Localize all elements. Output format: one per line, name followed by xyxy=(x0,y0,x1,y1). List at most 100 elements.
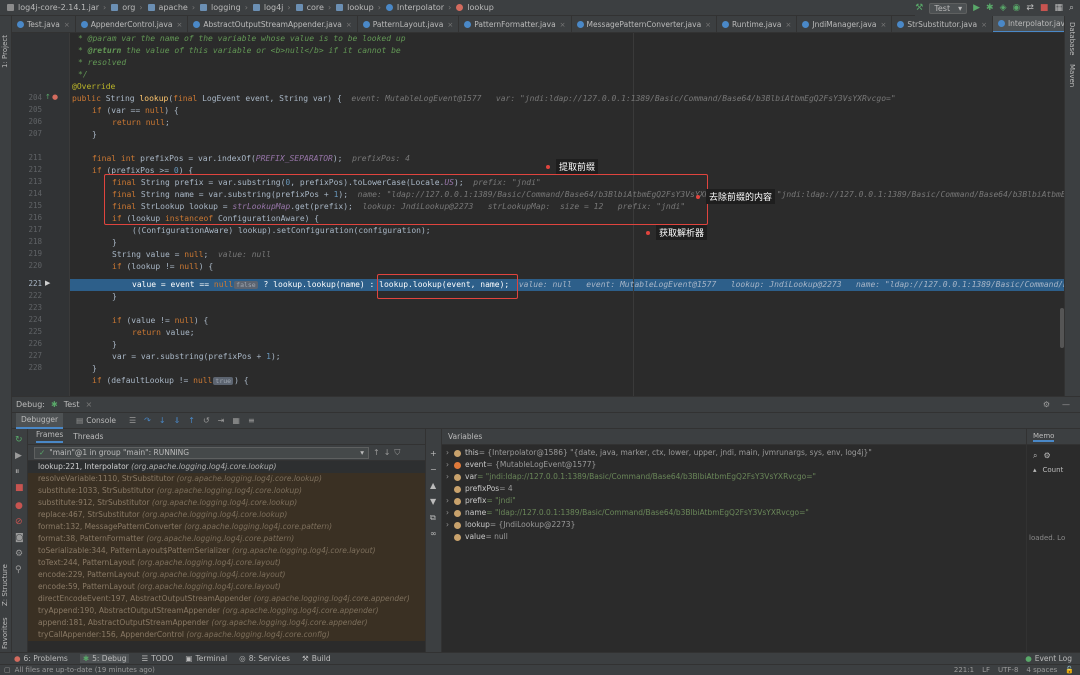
gear-icon[interactable]: ⚙ xyxy=(1043,400,1050,409)
breadcrumb-apache[interactable]: apache xyxy=(157,3,190,12)
thread-select[interactable]: ✓ "main"@1 in group "main": RUNNING ▾ xyxy=(34,446,369,459)
stack-frame[interactable]: replace:467, StrSubstitutor (org.apache.… xyxy=(28,509,425,521)
threads-icon[interactable]: ☰ xyxy=(129,416,136,425)
caret-position[interactable]: 221:1 xyxy=(954,666,974,674)
copy-icon[interactable]: ⧉ xyxy=(430,513,436,523)
settings-icon[interactable]: ⚙ xyxy=(15,549,23,559)
tab-console[interactable]: ▤ Console xyxy=(71,413,121,429)
stack-frame[interactable]: append:181, AbstractOutputStreamAppender… xyxy=(28,617,425,629)
services-tool-button[interactable]: ◎ 8: Services xyxy=(239,654,290,663)
mute-breakpoints-icon[interactable]: ⊘ xyxy=(15,517,23,527)
stop-icon[interactable]: ■ xyxy=(1040,3,1049,13)
breadcrumb-jar[interactable]: log4j-core-2.14.1.jar xyxy=(16,3,101,12)
stack-frame[interactable]: lookup:221, Interpolator (org.apache.log… xyxy=(28,461,425,473)
close-icon[interactable]: × xyxy=(981,21,987,29)
structure-icon[interactable]: ▦ xyxy=(1054,3,1063,13)
breadcrumb-lookup-method[interactable]: lookup xyxy=(465,3,496,12)
stack-frame[interactable]: format:38, PatternFormatter (org.apache.… xyxy=(28,533,425,545)
close-icon[interactable]: × xyxy=(785,21,791,29)
close-icon[interactable]: × xyxy=(85,400,92,409)
terminal-tool-button[interactable]: ▣ Terminal xyxy=(185,654,227,663)
close-icon[interactable]: × xyxy=(560,21,566,29)
project-tool-button[interactable]: 1: Project xyxy=(1,35,9,68)
tab-frames[interactable]: Frames xyxy=(36,430,64,443)
stack-frame[interactable]: substitute:912, StrSubstitutor (org.apac… xyxy=(28,497,425,509)
tab-abstract-output-stream-appender[interactable]: AbstractOutputStreamAppender.java × xyxy=(188,16,358,32)
close-icon[interactable]: × xyxy=(176,21,182,29)
camera-icon[interactable]: ◙ xyxy=(15,533,24,543)
file-encoding[interactable]: UTF-8 xyxy=(998,666,1018,674)
editor-scrollbar[interactable] xyxy=(1060,308,1064,348)
stack-frame[interactable]: toText:244, PatternLayout (org.apache.lo… xyxy=(28,557,425,569)
chevron-right-icon[interactable]: › xyxy=(446,447,454,459)
tab-appender-control[interactable]: AppenderControl.java × xyxy=(76,16,189,32)
breadcrumb-log4j[interactable]: log4j xyxy=(262,3,286,12)
gear-icon[interactable]: ⚙ xyxy=(1043,451,1050,461)
database-tool-button[interactable]: Database xyxy=(1068,22,1076,55)
variable-row[interactable]: › event = {MutableLogEvent@1577} xyxy=(442,459,1026,471)
drop-frame-icon[interactable]: ↺ xyxy=(203,416,210,425)
resume-icon[interactable]: ▶ xyxy=(15,451,22,461)
stack-frame[interactable]: tryCallAppender:156, AppenderControl (or… xyxy=(28,629,425,641)
tab-message-pattern-converter[interactable]: MessagePatternConverter.java × xyxy=(572,16,718,32)
event-log-button[interactable]: ● Event Log xyxy=(1025,654,1072,663)
breadcrumb-interpolator[interactable]: Interpolator xyxy=(395,3,446,12)
variable-row[interactable]: value = null xyxy=(442,531,1026,543)
variable-row[interactable]: prefixPos = 4 xyxy=(442,483,1026,495)
rerun-icon[interactable]: ↻ xyxy=(15,435,23,445)
close-icon[interactable]: × xyxy=(346,21,352,29)
stack-frame[interactable]: substitute:1033, StrSubstitutor (org.apa… xyxy=(28,485,425,497)
variable-row[interactable]: › name = "ldap://127.0.0.1:1389/Basic/Com… xyxy=(442,507,1026,519)
variable-row[interactable]: › lookup = {JndiLookup@2273} xyxy=(442,519,1026,531)
stack-frame[interactable]: format:132, MessagePatternConverter (org… xyxy=(28,521,425,533)
breadcrumb-lookup-package[interactable]: lookup xyxy=(345,3,376,12)
problems-tool-button[interactable]: ● 6: Problems xyxy=(14,654,68,663)
force-step-into-icon[interactable]: ⇓ xyxy=(174,416,181,425)
step-over-icon[interactable]: ↷ xyxy=(144,416,151,425)
hammer-icon[interactable]: ⚒ xyxy=(915,3,923,13)
lock-icon[interactable]: 🔓 xyxy=(1065,666,1074,674)
close-icon[interactable]: × xyxy=(880,21,886,29)
structure-tool-button[interactable]: Z: Structure xyxy=(1,564,9,606)
view-breakpoints-icon[interactable]: ● xyxy=(15,501,23,511)
run-to-cursor-icon[interactable]: ⇥ xyxy=(218,416,225,425)
tab-jndi-manager[interactable]: JndiManager.java × xyxy=(797,16,893,32)
filter-icon[interactable]: ⛉ xyxy=(394,448,400,458)
count-column-header[interactable]: Count xyxy=(1043,466,1064,474)
variable-row[interactable]: › var = "jndi:ldap://127.0.0.1:1389/Basic… xyxy=(442,471,1026,483)
tab-runtime[interactable]: Runtime.java × xyxy=(717,16,798,32)
arrow-down-icon[interactable]: ↓ xyxy=(384,448,391,457)
more-icon[interactable]: ≡ xyxy=(248,416,255,425)
search-icon[interactable]: ⌕ xyxy=(1069,3,1074,13)
breakpoint-icon[interactable]: ● xyxy=(52,93,58,101)
minimize-icon[interactable]: — xyxy=(1062,400,1070,409)
run-config-select[interactable]: Test ▾ xyxy=(929,2,968,14)
override-marker-icon[interactable]: ↑ xyxy=(45,93,51,101)
move-down-icon[interactable]: ▼ xyxy=(430,497,436,506)
stack-frame[interactable]: toSerializable:344, PatternLayout$Patter… xyxy=(28,545,425,557)
stack-frame[interactable]: encode:229, PatternLayout (org.apache.lo… xyxy=(28,569,425,581)
add-watch-icon[interactable]: + xyxy=(430,449,437,458)
tab-test[interactable]: Test.java × xyxy=(12,16,76,32)
move-up-icon[interactable]: ▲ xyxy=(430,481,436,490)
tab-interpolator[interactable]: Interpolator.java× xyxy=(992,16,1064,32)
code-editor[interactable]: 204 205 206 207 211 212 213 214 215 216 … xyxy=(12,33,1064,396)
search-icon[interactable]: ⌕ xyxy=(1033,451,1037,461)
run-icon[interactable]: ▶ xyxy=(973,3,980,13)
coverage-icon[interactable]: ◈ xyxy=(1000,3,1007,13)
debug-session-tab[interactable]: Test xyxy=(64,400,80,409)
debug-tool-button[interactable]: ✱ 5: Debug xyxy=(79,654,130,663)
evaluate-icon[interactable]: ▦ xyxy=(232,416,240,425)
debug-icon[interactable]: ✱ xyxy=(986,3,994,13)
profile-icon[interactable]: ◉ xyxy=(1013,3,1021,13)
breadcrumb-logging[interactable]: logging xyxy=(209,3,243,12)
pause-icon[interactable]: ⏸ xyxy=(15,467,20,477)
stack-frame[interactable]: resolveVariable:1110, StrSubstitutor (or… xyxy=(28,473,425,485)
breadcrumb-org[interactable]: org xyxy=(120,3,137,12)
pin-icon[interactable]: ⚲ xyxy=(15,565,22,575)
tab-debugger[interactable]: Debugger xyxy=(16,412,64,429)
close-icon[interactable]: × xyxy=(705,21,711,29)
breadcrumb-core[interactable]: core xyxy=(305,3,326,12)
stop-icon[interactable]: ■ xyxy=(15,483,24,493)
close-icon[interactable]: × xyxy=(447,21,453,29)
